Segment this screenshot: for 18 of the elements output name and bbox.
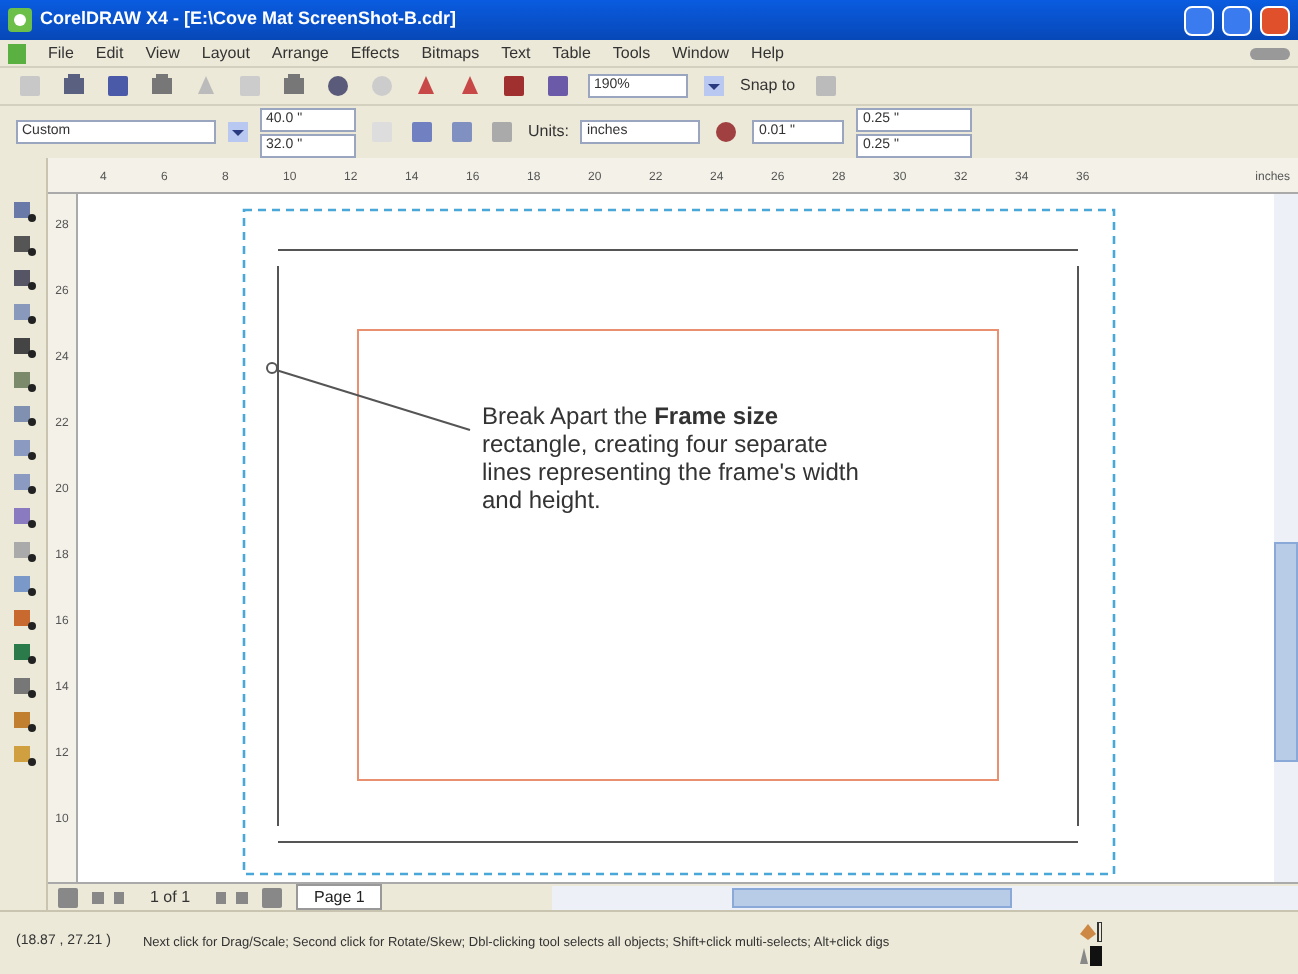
menu-item[interactable]: Text (501, 41, 531, 65)
menu-item[interactable]: Effects (350, 41, 400, 65)
page-position: 1 of 1 (148, 885, 193, 909)
menu-item[interactable]: Bitmaps (421, 41, 480, 65)
page-tab[interactable]: Page 1 (296, 884, 383, 910)
menu-item[interactable]: Table (552, 41, 591, 65)
menu-item[interactable]: Layout (201, 41, 250, 65)
menu-item[interactable]: Help (751, 41, 784, 65)
menu-item[interactable]: Edit (95, 41, 124, 65)
menu-item[interactable]: Window (672, 41, 730, 65)
menu-item[interactable]: File (48, 41, 74, 65)
units-label: Units: (528, 120, 569, 144)
snap-to-button[interactable]: Snap to (740, 74, 796, 98)
window-title: CorelDRAW X4 - [E:\Cove Mat ScreenShot-B.cdr] (40, 6, 459, 33)
menu-item[interactable]: View (145, 41, 180, 65)
menu-item[interactable]: Arrange (271, 41, 329, 65)
callout-text: Break Apart the Frame size rectangle, creating four separate lines representing the frame's width and height. (482, 402, 861, 514)
menu-item[interactable]: Tools (612, 41, 651, 65)
